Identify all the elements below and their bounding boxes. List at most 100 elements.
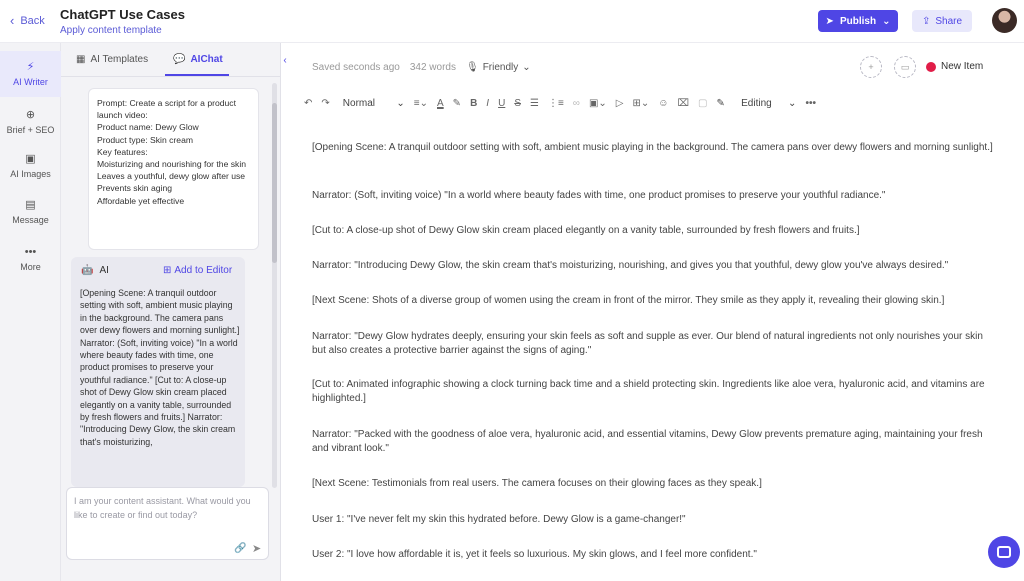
prompt-line: Key features: xyxy=(97,146,148,157)
text-color-icon[interactable]: A xyxy=(437,94,444,112)
target-icon: ⊕ xyxy=(25,108,36,121)
rail-item-message[interactable]: ▤ Message xyxy=(0,189,61,235)
paragraph: [Cut to: A close-up shot of Dewy Glow sk… xyxy=(312,225,860,236)
robot-icon: 🤖 xyxy=(81,265,94,276)
comment-icon[interactable]: ▢ xyxy=(698,94,707,112)
rail-item-label: AI Writer xyxy=(13,76,48,87)
clear-format-icon[interactable]: ⌧ xyxy=(677,94,689,112)
undo-icon[interactable]: ↶ xyxy=(304,94,312,112)
user-avatar[interactable] xyxy=(992,8,1017,33)
formatting-toolbar: ↶ ↷ Normal ⌄ ≡⌄ A ✎ B I U S ☰ ⋮≡ ∞ ▣⌄ ▷ … xyxy=(304,93,1004,113)
editing-mode-select[interactable]: ✎ Editing ⌄ xyxy=(716,94,796,112)
prompt-line: Prompt: Create a script for a product la… xyxy=(97,98,236,121)
paragraph: [Cut to: Animated infographic showing a … xyxy=(312,379,985,404)
video-icon[interactable]: ▷ xyxy=(616,94,624,112)
chat-icon: ▤ xyxy=(25,198,36,211)
chat-input[interactable] xyxy=(74,494,262,538)
ai-response-text: [Opening Scene: A tranquil outdoor setti… xyxy=(80,288,240,447)
help-chat-button[interactable] xyxy=(988,536,1020,568)
tone-select[interactable]: 🎙 Friendly ⌄ xyxy=(466,62,531,73)
prompt-line: Prevents skin aging xyxy=(97,183,172,194)
more-options-icon[interactable]: ••• xyxy=(805,94,816,112)
paperclip-icon[interactable]: 🔗 xyxy=(234,543,246,554)
add-to-editor-label: Add to Editor xyxy=(174,265,233,276)
redo-icon[interactable]: ↷ xyxy=(321,94,329,112)
prompt-line: Affordable yet effective xyxy=(97,195,185,206)
publish-label: Publish xyxy=(839,15,877,27)
paragraph: [Next Scene: Testimonials from real user… xyxy=(312,478,762,489)
send-icon[interactable]: ➤ xyxy=(252,542,261,555)
rail-item-label: Message xyxy=(12,214,49,225)
text-style-select[interactable]: Normal ⌄ xyxy=(343,94,405,112)
paragraph: Narrator: (Soft, inviting voice) "In a w… xyxy=(312,190,886,201)
chevron-left-icon: ‹ xyxy=(10,13,15,28)
add-user-icon[interactable]: + xyxy=(860,56,882,78)
pencil-icon: ✎ xyxy=(716,97,725,109)
tone-label: Friendly xyxy=(482,62,519,73)
paragraph: User 1: "I've never felt my skin this hy… xyxy=(312,514,686,525)
numbered-list-icon[interactable]: ⋮≡ xyxy=(548,94,564,112)
tab-ai-templates[interactable]: ▦ AI Templates xyxy=(76,54,148,65)
share-label: Share xyxy=(935,15,963,27)
chevron-down-icon: ⌄ xyxy=(522,62,531,73)
editor-area: Saved seconds ago 342 words 🎙 Friendly ⌄… xyxy=(282,43,1024,581)
ai-response-bubble: 🤖 AI ⊞ Add to Editor [Opening Scene: A t… xyxy=(71,257,245,487)
word-count: 342 words xyxy=(409,62,456,73)
rail-item-ai-writer[interactable]: ⚡ AI Writer xyxy=(0,51,61,97)
image-icon: ▣ xyxy=(25,152,36,165)
tool-rail: ⚡ AI Writer ⊕ Brief + SEO ▣ AI Images ▤ … xyxy=(0,43,61,581)
chat-icon xyxy=(997,546,1011,558)
rail-item-brief-seo[interactable]: ⊕ Brief + SEO xyxy=(0,99,61,145)
back-button[interactable]: ‹ Back xyxy=(10,14,45,27)
tab-aichat[interactable]: 💬 AIChat xyxy=(173,54,223,65)
align-icon[interactable]: ≡⌄ xyxy=(414,94,428,112)
rail-item-ai-images[interactable]: ▣ AI Images xyxy=(0,143,61,189)
rail-item-more[interactable]: ••• More xyxy=(0,236,61,282)
chevron-down-icon: ⌄ xyxy=(882,15,891,27)
link-icon[interactable]: ∞ xyxy=(573,94,580,112)
add-to-editor-button[interactable]: ⊞ Add to Editor xyxy=(163,265,232,276)
chevron-down-icon: ⌄ xyxy=(396,97,405,109)
prompt-line: Product name: Dewy Glow xyxy=(97,122,199,133)
ellipsis-icon: ••• xyxy=(24,245,37,258)
new-item-button[interactable]: New Item xyxy=(926,61,983,72)
new-item-label: New Item xyxy=(941,61,984,72)
record-dot-icon xyxy=(926,61,936,72)
paragraph: Narrator: "Dewy Glow hydrates deeply, en… xyxy=(312,331,983,356)
underline-icon[interactable]: U xyxy=(498,94,505,112)
share-button[interactable]: ⇪ Share xyxy=(912,10,972,32)
rail-item-label: More xyxy=(20,261,41,272)
apply-template-link[interactable]: Apply content template xyxy=(60,25,162,36)
strikethrough-icon[interactable]: S xyxy=(514,94,521,112)
editor-status-bar: Saved seconds ago 342 words 🎙 Friendly ⌄ xyxy=(312,62,531,73)
share-icon: ⇪ xyxy=(921,15,931,27)
text-style-value: Normal xyxy=(342,97,376,109)
bullet-list-icon[interactable]: ☰ xyxy=(530,94,539,112)
chat-input-box: 🔗 ➤ xyxy=(66,487,269,560)
ai-chat-panel: ▦ AI Templates 💬 AIChat ‹ Prompt: Create… xyxy=(61,43,287,581)
rail-item-label: Brief + SEO xyxy=(6,124,55,135)
ai-label: AI xyxy=(99,265,109,276)
document-title[interactable]: ChatGPT Use Cases xyxy=(60,7,185,22)
microphone-icon: 🎙 xyxy=(465,62,479,73)
highlight-icon[interactable]: ✎ xyxy=(453,94,461,112)
publish-button[interactable]: ➤ Publish ⌄ xyxy=(818,10,898,32)
calendar-icon[interactable]: ▭ xyxy=(894,56,916,78)
prompt-line: Leaves a youthful, dewy glow after use xyxy=(97,171,246,182)
saved-status: Saved seconds ago xyxy=(312,62,400,73)
italic-icon[interactable]: I xyxy=(486,94,489,112)
panel-scroll-thumb[interactable] xyxy=(272,103,277,263)
panel-scrollbar[interactable] xyxy=(272,83,277,488)
top-header: ‹ Back ChatGPT Use Cases Apply content t… xyxy=(0,0,1024,43)
bold-icon[interactable]: B xyxy=(470,94,477,112)
table-icon[interactable]: ⊞⌄ xyxy=(632,94,649,112)
emoji-icon[interactable]: ☺ xyxy=(658,94,668,112)
collaborator-icons: + ▭ xyxy=(860,56,916,78)
image-icon[interactable]: ▣⌄ xyxy=(589,94,607,112)
paragraph: Narrator: "Introducing Dewy Glow, the sk… xyxy=(312,260,949,271)
send-icon: ➤ xyxy=(825,15,834,27)
chat-bubbles-icon: 💬 xyxy=(173,54,186,65)
ai-response-header: 🤖 AI xyxy=(81,265,109,276)
editing-mode-value: Editing xyxy=(741,97,772,109)
lightning-icon: ⚡ xyxy=(26,60,35,73)
